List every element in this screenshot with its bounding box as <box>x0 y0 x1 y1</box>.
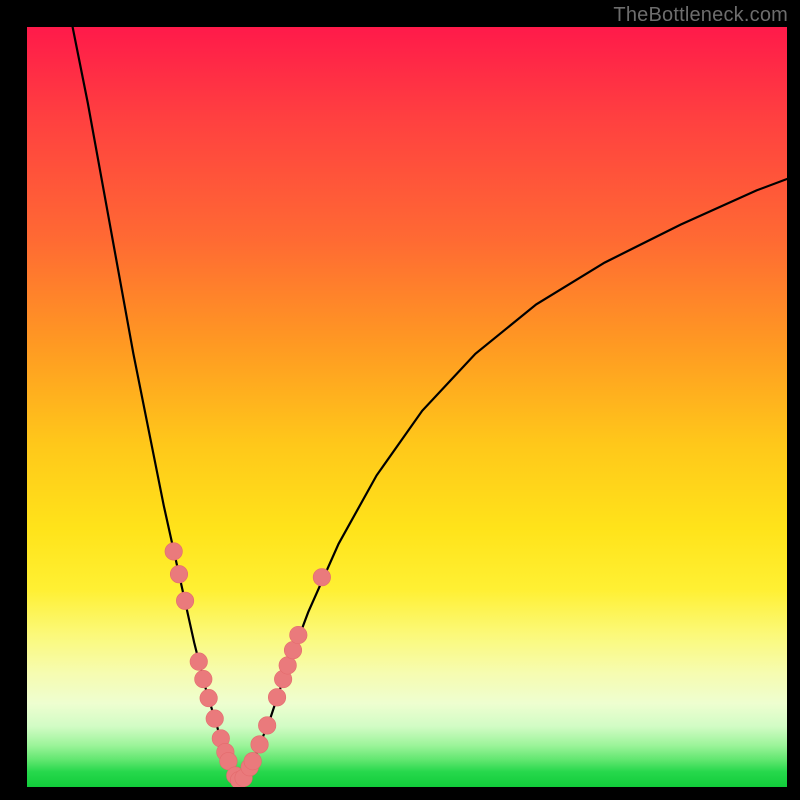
marker-dot <box>244 752 261 769</box>
marker-dot <box>176 592 193 609</box>
marker-dot <box>165 543 182 560</box>
marker-dot <box>290 626 307 643</box>
chart-svg <box>27 27 787 787</box>
marker-dot <box>170 565 187 582</box>
marker-group <box>165 543 331 787</box>
marker-dot <box>284 641 301 658</box>
chart-frame: TheBottleneck.com <box>0 0 800 800</box>
marker-dot <box>279 657 296 674</box>
left-curve <box>73 27 240 781</box>
marker-dot <box>268 689 285 706</box>
right-curve <box>240 179 787 781</box>
marker-dot <box>258 717 275 734</box>
marker-dot <box>251 736 268 753</box>
marker-dot <box>200 689 217 706</box>
marker-dot <box>195 670 212 687</box>
plot-area <box>27 27 787 787</box>
watermark-text: TheBottleneck.com <box>613 4 788 27</box>
marker-dot <box>206 710 223 727</box>
marker-dot <box>313 569 330 586</box>
marker-dot <box>190 653 207 670</box>
